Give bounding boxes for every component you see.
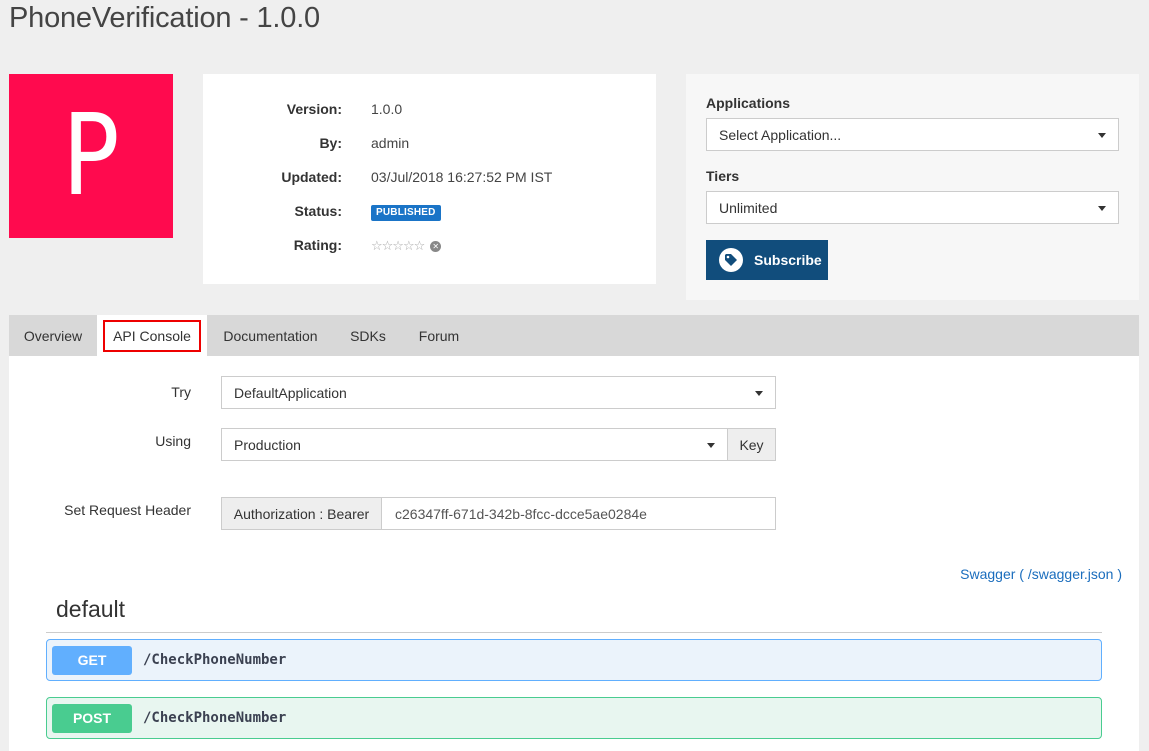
info-row-rating: Rating: ☆☆☆☆☆ ✕ (203, 237, 656, 257)
status-badge: PUBLISHED (371, 205, 441, 221)
by-label: By: (319, 135, 342, 151)
clear-rating-icon[interactable]: ✕ (430, 241, 442, 252)
api-thumbnail: P (9, 74, 173, 238)
group-divider (46, 632, 1102, 633)
status-value: PUBLISHED (371, 203, 441, 222)
tier-select-value: Unlimited (719, 199, 778, 216)
chevron-down-icon (755, 390, 763, 396)
status-label: Status: (294, 203, 342, 219)
using-label: Using (155, 433, 191, 449)
rating-label: Rating: (293, 237, 342, 253)
tab-overview-label: Overview (23, 327, 83, 344)
api-console-panel: Try DefaultApplication Using Production … (9, 356, 1139, 751)
by-value: admin (371, 135, 410, 151)
tab-documentation[interactable]: Documentation (207, 315, 334, 356)
operation-path: /CheckPhoneNumber (143, 710, 287, 726)
application-select[interactable]: Select Application... (706, 118, 1119, 151)
operation-get-checkphonenumber[interactable]: GET /CheckPhoneNumber (46, 639, 1102, 681)
swagger-json-link[interactable]: Swagger ( /swagger.json ) (960, 566, 1122, 582)
subscribe-button[interactable]: Subscribe (706, 240, 828, 280)
try-application-value: DefaultApplication (234, 384, 347, 401)
try-application-select[interactable]: DefaultApplication (221, 376, 776, 409)
tab-overview[interactable]: Overview (9, 315, 97, 356)
tab-sdks-label: SDKs (350, 327, 386, 344)
tab-forum[interactable]: Forum (402, 315, 476, 356)
tab-api-console-label: API Console (103, 319, 201, 352)
operation-path: /CheckPhoneNumber (143, 652, 287, 668)
tab-documentation-label: Documentation (223, 327, 318, 344)
swagger-group-title[interactable]: default (56, 596, 125, 623)
method-badge-get: GET (52, 645, 132, 675)
tab-api-console[interactable]: API Console (97, 315, 207, 356)
thumbnail-letter: P (62, 91, 120, 221)
info-row-by: By: admin (203, 135, 656, 155)
tab-sdks[interactable]: SDKs (334, 315, 402, 356)
chevron-down-icon (1098, 205, 1106, 211)
chevron-down-icon (1098, 132, 1106, 138)
key-button[interactable]: Key (727, 428, 776, 461)
access-token-input[interactable]: c26347ff-671d-342b-8fcc-dcce5ae0284e (381, 497, 776, 530)
tab-forum-label: Forum (418, 327, 460, 344)
rating-value: ☆☆☆☆☆ ✕ (371, 237, 442, 254)
info-row-version: Version: 1.0.0 (203, 101, 656, 121)
info-row-status: Status: PUBLISHED (203, 203, 656, 223)
rating-stars[interactable]: ☆☆☆☆☆ (371, 238, 425, 253)
updated-label: Updated: (281, 169, 342, 185)
version-label: Version: (286, 101, 342, 117)
operation-post-checkphonenumber[interactable]: POST /CheckPhoneNumber (46, 697, 1102, 739)
updated-value: 03/Jul/2018 16:27:52 PM IST (371, 169, 553, 185)
method-badge-post: POST (52, 703, 132, 733)
tier-select[interactable]: Unlimited (706, 191, 1119, 224)
subscription-panel: Applications Select Application... Tiers… (686, 74, 1139, 300)
application-select-value: Select Application... (719, 126, 842, 143)
chevron-down-icon (707, 442, 715, 448)
request-header-label: Set Request Header (64, 502, 191, 518)
environment-select[interactable]: Production (221, 428, 728, 461)
environment-select-value: Production (234, 436, 301, 453)
info-row-updated: Updated: 03/Jul/2018 16:27:52 PM IST (203, 169, 656, 189)
tiers-label: Tiers (706, 168, 740, 184)
authorization-prefix: Authorization : Bearer (221, 497, 382, 530)
api-info-panel: Version: 1.0.0 By: admin Updated: 03/Jul… (203, 74, 656, 284)
subscribe-button-label: Subscribe (754, 252, 822, 268)
applications-label: Applications (706, 95, 791, 111)
version-value: 1.0.0 (371, 101, 403, 117)
tag-icon (719, 248, 743, 272)
try-label: Try (171, 384, 191, 400)
api-tabs: Overview API Console Documentation SDKs … (9, 315, 1139, 356)
page-title: PhoneVerification - 1.0.0 (9, 2, 320, 34)
